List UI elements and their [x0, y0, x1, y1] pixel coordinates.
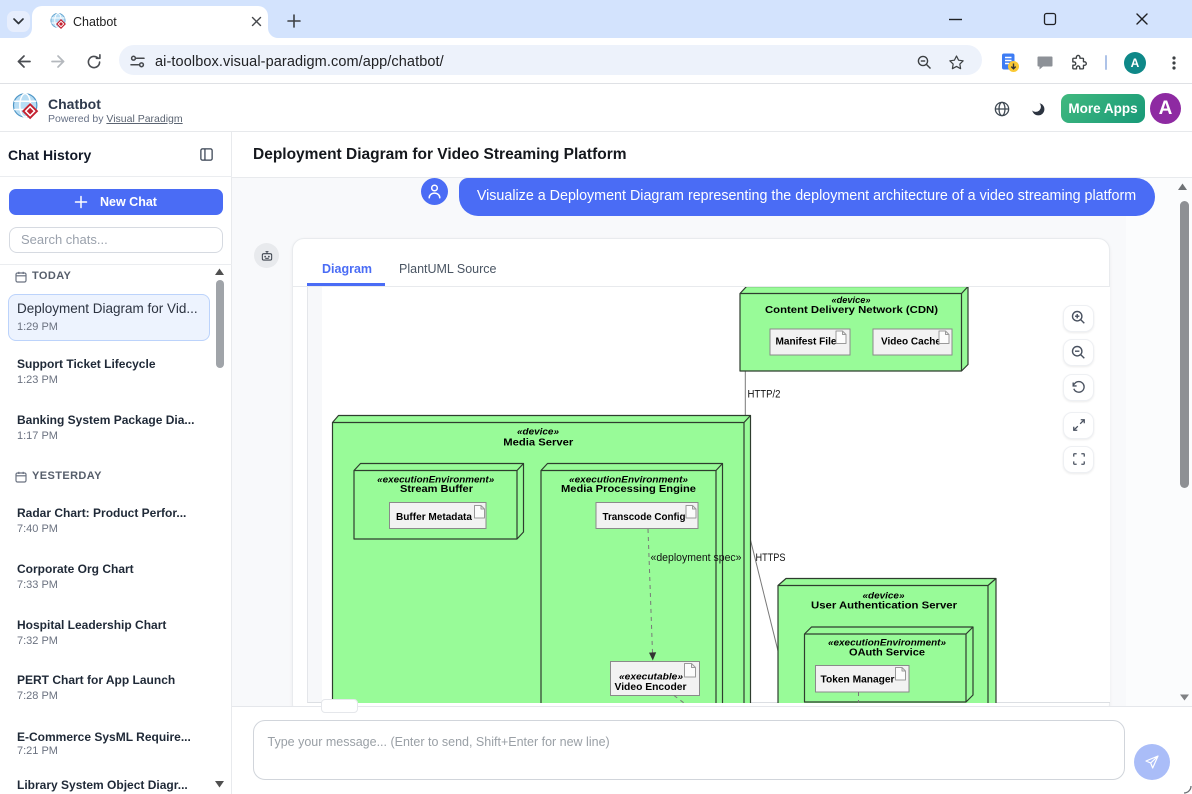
svg-text:Transcode Config: Transcode Config: [603, 512, 686, 523]
svg-text:Content Delivery Network (CDN): Content Delivery Network (CDN): [765, 305, 938, 316]
svg-text:HTTPS: HTTPS: [756, 552, 786, 564]
svg-text:Media Processing Engine: Media Processing Engine: [561, 484, 696, 495]
svg-text:«device»: «device»: [517, 427, 559, 438]
svg-text:Video Encoder: Video Encoder: [615, 682, 687, 693]
svg-text:«executionEnvironment»: «executionEnvironment»: [828, 638, 946, 648]
svg-text:Stream Buffer: Stream Buffer: [400, 484, 473, 495]
svg-text:«deployment spec»: «deployment spec»: [651, 552, 742, 564]
svg-text:«executable»: «executable»: [619, 672, 683, 683]
svg-text:OAuth Service: OAuth Service: [849, 648, 925, 659]
svg-text:HTTP/2: HTTP/2: [748, 389, 781, 401]
svg-text:Video Cache: Video Cache: [881, 337, 941, 348]
svg-text:Media Server: Media Server: [503, 438, 573, 449]
svg-text:Manifest File: Manifest File: [776, 337, 837, 348]
svg-text:Token Manager: Token Manager: [821, 675, 895, 686]
svg-text:«executionEnvironment»: «executionEnvironment»: [569, 475, 688, 485]
svg-text:Buffer Metadata: Buffer Metadata: [396, 512, 472, 523]
svg-text:User Authentication Server: User Authentication Server: [811, 601, 957, 612]
svg-text:«executionEnvironment»: «executionEnvironment»: [377, 475, 494, 485]
